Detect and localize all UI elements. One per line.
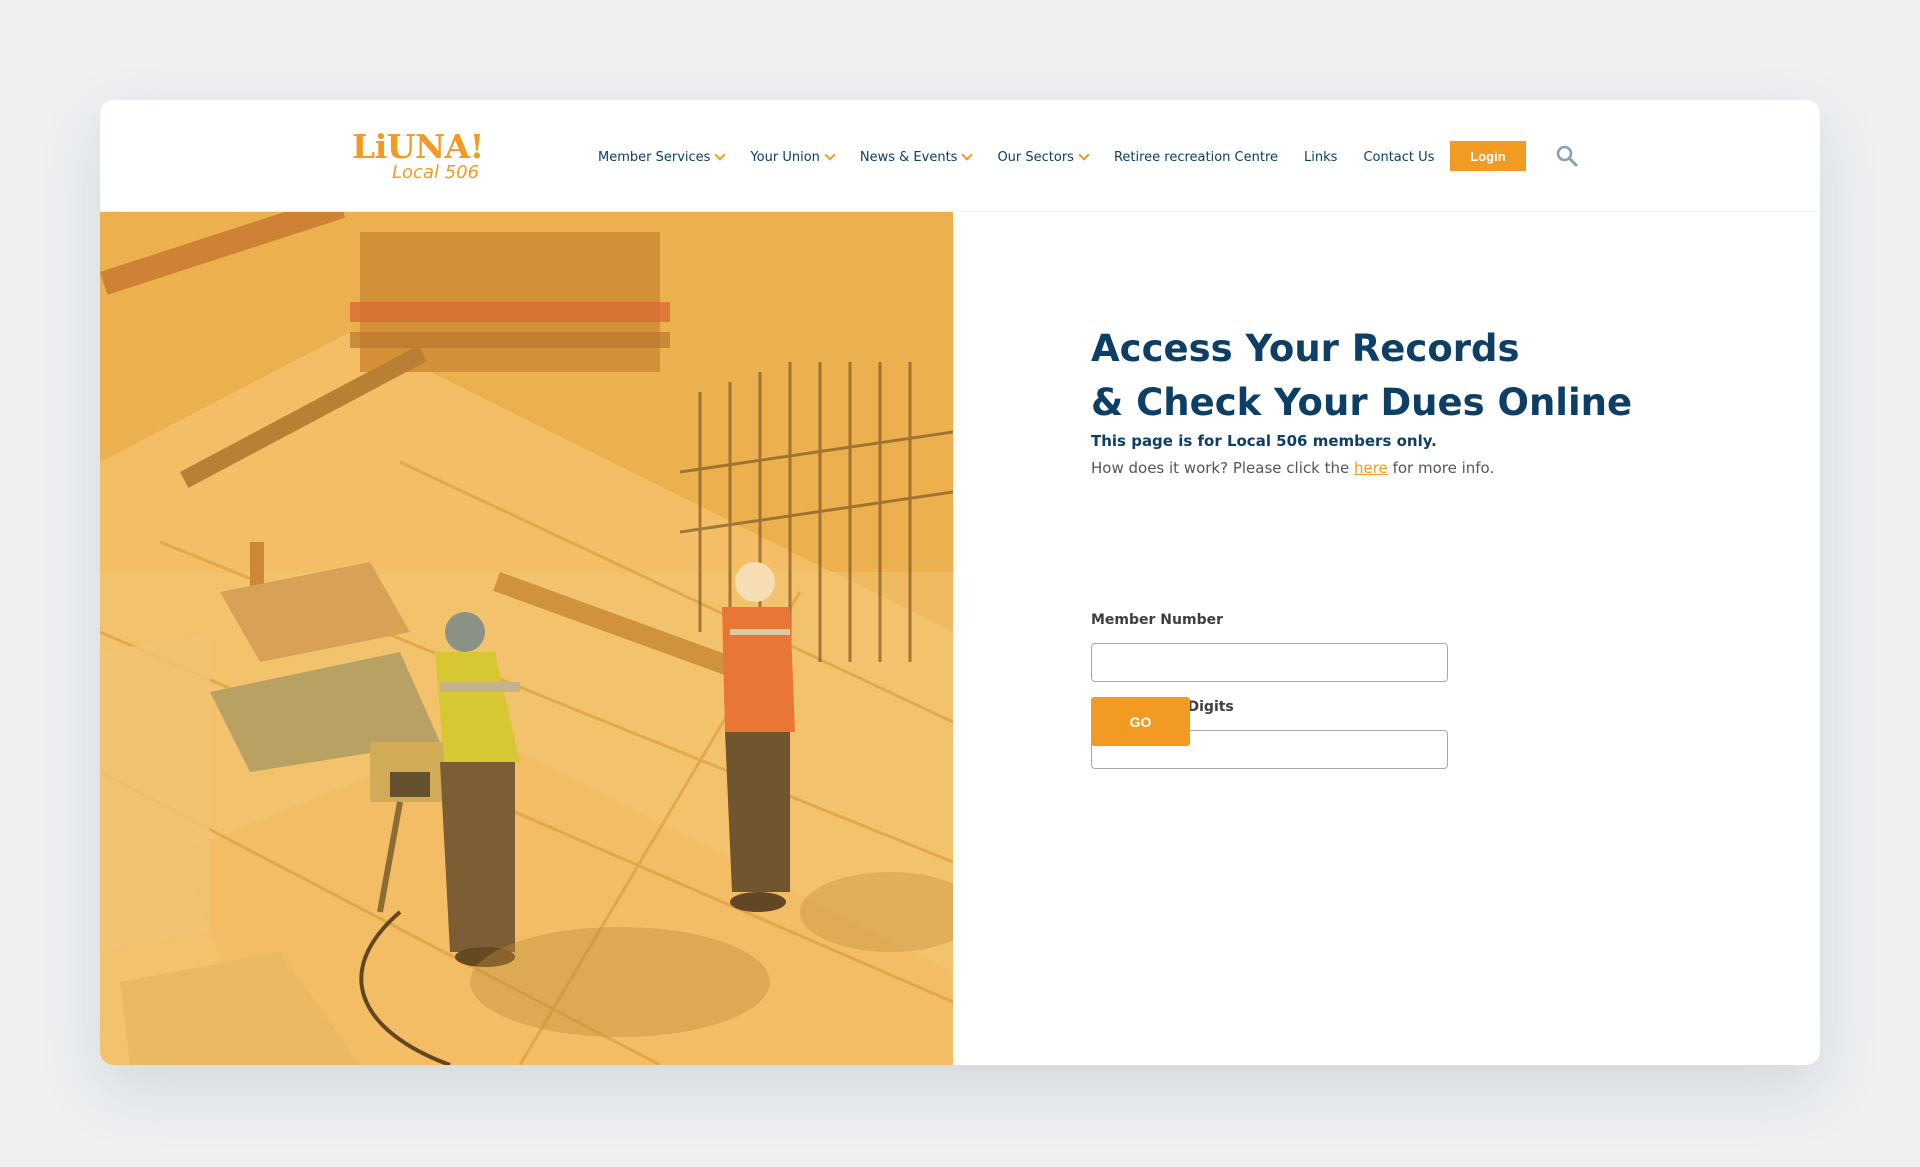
nav-label: Our Sectors [997, 149, 1074, 165]
search-icon[interactable] [1555, 144, 1579, 168]
site-header: LiUNA! Local 506 Member Services Your Un… [100, 100, 1820, 212]
records-panel: Access Your Records & Check Your Dues On… [1091, 212, 1691, 1065]
chevron-down-icon [714, 148, 727, 161]
nav-label: Retiree recreation Centre [1113, 149, 1279, 165]
login-button[interactable]: Login [1450, 141, 1526, 171]
nav-label: News & Events [859, 149, 958, 165]
main-nav: Member Services Your Union News & Events… [598, 146, 1460, 168]
nav-contact-us[interactable]: Contact Us [1363, 150, 1434, 165]
liuna-logo[interactable]: LiUNA! Local 506 [352, 127, 484, 186]
nav-label: Links [1304, 149, 1338, 165]
chevron-down-icon [824, 148, 836, 161]
logo-local: Local 506 [392, 162, 480, 183]
nav-member-services[interactable]: Member Services [598, 148, 727, 165]
nav-links[interactable]: Links [1304, 150, 1337, 165]
nav-our-sectors[interactable]: Our Sectors [997, 148, 1090, 165]
nav-label: Member Services [598, 149, 711, 165]
chevron-down-icon [1078, 148, 1090, 161]
info-text-before: How does it work? Please click the [1091, 459, 1350, 477]
nav-label: Contact Us [1363, 149, 1435, 165]
logo-wordmark: LiUNA! [352, 127, 484, 166]
info-link[interactable]: here [1354, 459, 1388, 477]
info-text: How does it work? Please click the here … [1091, 459, 1494, 477]
member-number-field[interactable] [1091, 643, 1448, 682]
go-button[interactable]: GO [1091, 697, 1190, 746]
login-card: LiUNA! Local 506 Member Services Your Un… [100, 100, 1820, 1065]
nav-label: Your Union [750, 149, 820, 165]
member-number-label: Member Number [1091, 612, 1224, 628]
page-title: Access Your Records & Check Your Dues On… [1091, 322, 1632, 430]
construction-hero-image [100, 212, 953, 1065]
title-line-2: & Check Your Dues Online [1091, 381, 1633, 424]
members-only-notice: This page is for Local 506 members only. [1091, 432, 1437, 450]
nav-news-events[interactable]: News & Events [859, 148, 974, 165]
info-text-after: for more info. [1392, 459, 1495, 477]
nav-your-union[interactable]: Your Union [750, 148, 836, 165]
nav-retiree-centre[interactable]: Retiree recreation Centre [1114, 150, 1278, 165]
chevron-down-icon [961, 148, 974, 161]
title-line-1: Access Your Records [1091, 327, 1520, 370]
